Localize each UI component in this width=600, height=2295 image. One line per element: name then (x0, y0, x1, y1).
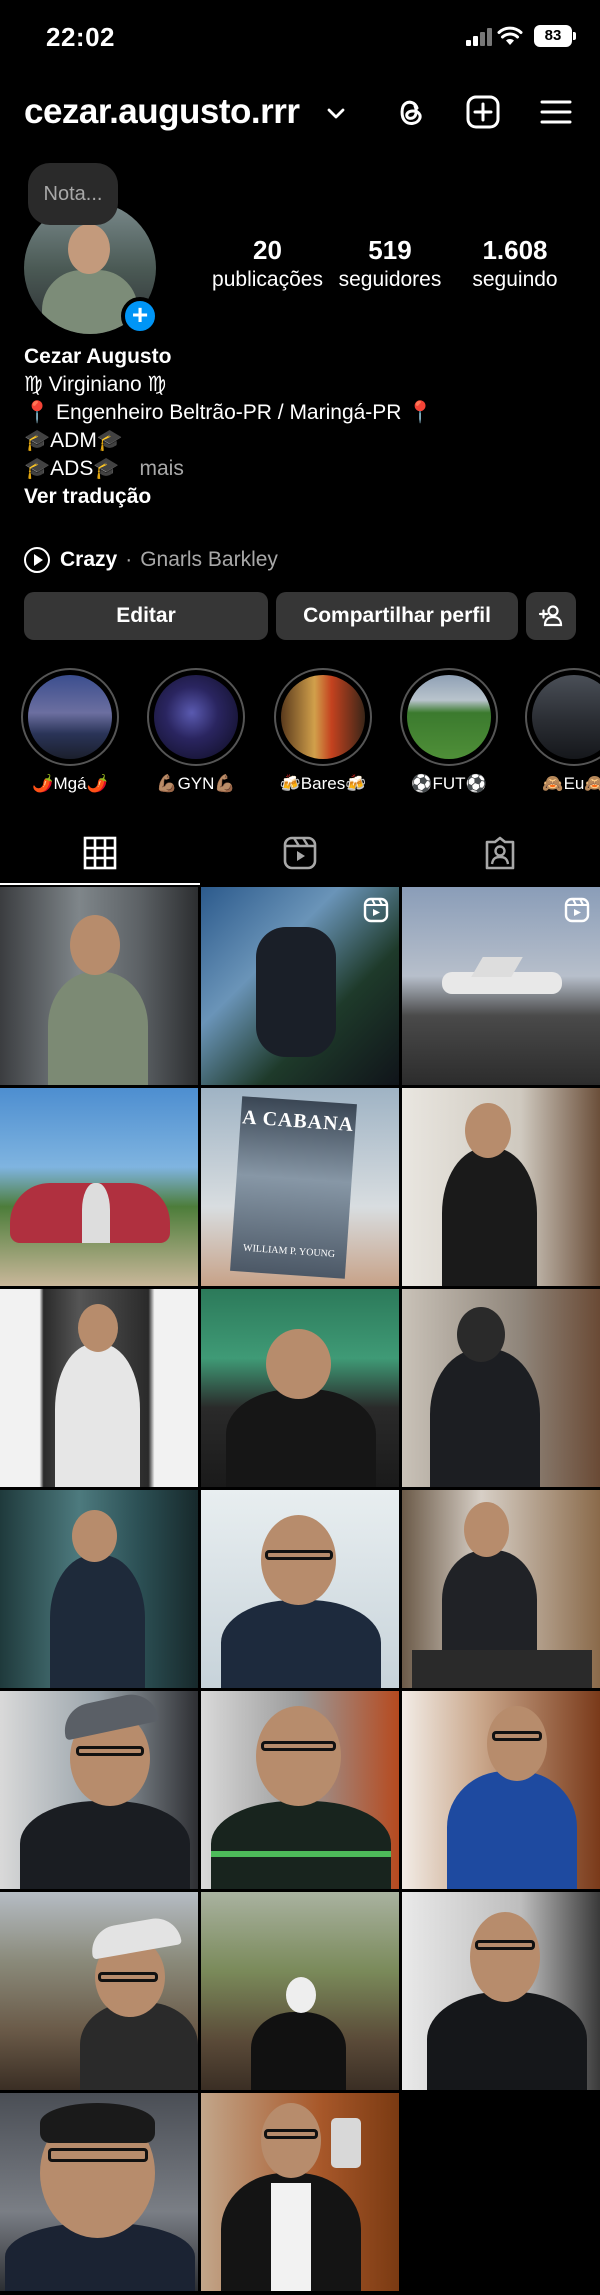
stat-following-count: 1.608 (482, 235, 548, 265)
discover-people-button[interactable] (526, 592, 576, 640)
music-separator: · (125, 548, 133, 571)
post-thumbnail[interactable] (201, 1490, 399, 1688)
post-thumbnail[interactable] (0, 2093, 198, 2291)
cellular-signal-icon (466, 28, 492, 46)
post-thumbnail[interactable] (402, 1289, 600, 1487)
post-thumbnail[interactable] (402, 1892, 600, 2090)
highlight-label: 💪🏽GYN💪🏽 (156, 774, 236, 793)
post-thumbnail[interactable] (402, 1691, 600, 1889)
post-empty (402, 2093, 600, 2291)
stat-following[interactable]: 1.608 seguindo (455, 235, 575, 292)
grid-icon (83, 836, 117, 870)
stat-following-label: seguindo (472, 268, 558, 291)
post-thumbnail[interactable] (201, 1892, 399, 2090)
highlight-label: 🙈Eu🙈 (542, 774, 600, 793)
post-thumbnail[interactable] (402, 1088, 600, 1286)
highlight-item[interactable]: 🍻Bares🍻 (273, 668, 373, 794)
bio: Cezar Augusto ♍ Virginiano ♍ 📍 Engenheir… (24, 343, 584, 511)
post-thumbnail[interactable] (402, 1490, 600, 1688)
stat-followers-label: seguidores (338, 268, 442, 291)
highlight-label: 🍻Bares🍻 (279, 774, 367, 793)
status-time: 22:02 (46, 22, 115, 52)
bio-line: 📍 Engenheiro Beltrão-PR / Maringá-PR 📍 (24, 401, 434, 424)
song-title: Crazy (60, 548, 118, 571)
post-thumbnail[interactable]: A CABANA WILLIAM P. YOUNG (201, 1088, 399, 1286)
stat-posts-label: publicações (212, 268, 323, 291)
post-thumbnail[interactable] (0, 1490, 198, 1688)
book-title: A CABANA (241, 1106, 355, 1137)
post-thumbnail[interactable] (201, 1289, 399, 1487)
profile-music[interactable]: Crazy · Gnarls Barkley (24, 545, 278, 575)
reel-badge-icon (564, 897, 590, 923)
tagged-icon (485, 836, 515, 870)
profile-tabs (0, 820, 600, 885)
post-thumbnail[interactable] (0, 1691, 198, 1889)
display-name: Cezar Augusto (24, 345, 172, 368)
add-person-icon (538, 605, 563, 627)
highlight-cover (154, 675, 238, 759)
post-thumbnail[interactable] (402, 887, 600, 1085)
highlight-item[interactable]: 💪🏽GYN💪🏽 (146, 668, 246, 794)
play-icon (24, 547, 50, 573)
post-thumbnail[interactable] (0, 1088, 198, 1286)
highlight-label: 🌶️Mgá🌶️ (32, 774, 108, 793)
bio-line: ♍ Virginiano ♍ (24, 373, 167, 396)
profile-header: cezar.augusto.rrr (0, 80, 600, 150)
status-bar: 22:02 83 (0, 0, 600, 70)
highlight-cover (281, 675, 365, 759)
highlight-item[interactable]: ⚽FUT⚽ (399, 668, 499, 794)
chevron-down-icon[interactable] (325, 102, 347, 124)
book-author: WILLIAM P. YOUNG (242, 1242, 336, 1261)
more-link[interactable]: mais (139, 457, 183, 480)
post-thumbnail[interactable] (201, 2093, 399, 2291)
post-thumbnail[interactable] (0, 1289, 198, 1487)
threads-icon[interactable] (390, 92, 430, 132)
post-thumbnail[interactable] (201, 1691, 399, 1889)
artist-name: Gnarls Barkley (140, 548, 278, 571)
highlight-cover (28, 675, 112, 759)
edit-profile-button[interactable]: Editar (24, 592, 268, 640)
wifi-icon (497, 26, 523, 45)
stat-posts-count: 20 (253, 235, 282, 265)
stat-followers[interactable]: 519 seguidores (330, 235, 450, 292)
stat-followers-count: 519 (368, 235, 412, 265)
add-story-button[interactable]: + (121, 297, 159, 335)
bio-line: 🎓ADM🎓 (24, 429, 123, 452)
battery-icon: 83 (534, 25, 576, 47)
reels-icon (283, 836, 317, 870)
tab-posts[interactable] (0, 820, 200, 885)
post-thumbnail[interactable] (0, 887, 198, 1085)
reel-badge-icon (363, 897, 389, 923)
highlight-cover (407, 675, 491, 759)
post-thumbnail[interactable] (201, 887, 399, 1085)
menu-icon[interactable] (536, 92, 576, 132)
username-switcher[interactable]: cezar.augusto.rrr (24, 92, 300, 132)
highlight-item[interactable]: 🌶️Mgá🌶️ (20, 668, 120, 794)
post-thumbnail[interactable] (0, 1892, 198, 2090)
bio-line: 🎓ADS🎓 (24, 457, 120, 480)
create-post-icon[interactable] (463, 92, 503, 132)
stat-posts[interactable]: 20 publicações (205, 235, 330, 292)
tab-tagged[interactable] (400, 820, 600, 885)
translate-link[interactable]: Ver tradução (24, 483, 584, 511)
highlight-label: ⚽FUT⚽ (411, 774, 487, 793)
highlight-cover (532, 675, 600, 759)
share-profile-button[interactable]: Compartilhar perfil (276, 592, 518, 640)
note-bubble[interactable]: Nota... (28, 163, 118, 225)
tab-reels[interactable] (200, 820, 400, 885)
highlight-item[interactable]: 🙈Eu🙈 (524, 668, 600, 794)
